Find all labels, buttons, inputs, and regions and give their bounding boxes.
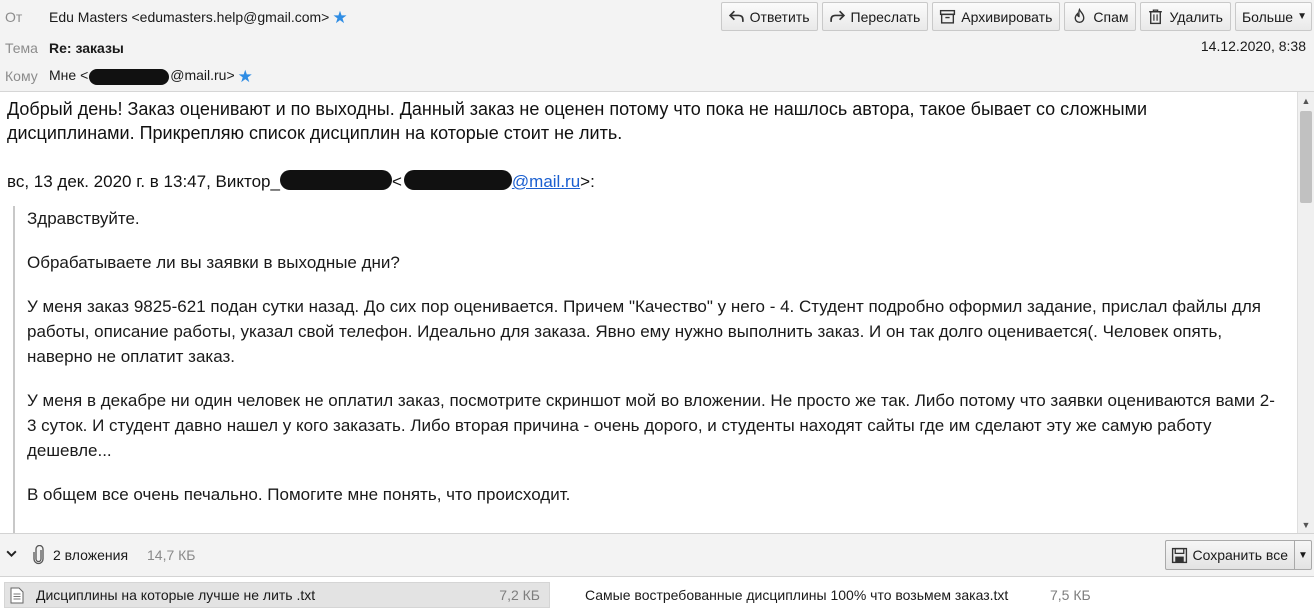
citation-line: вс, 13 дек. 2020 г. в 13:47, Виктор_ < @ma… [7,170,595,192]
subject-label: Тема [5,40,38,56]
redaction-mark [279,170,392,190]
attachment-item[interactable]: Дисциплины на которые лучше не лить .txt… [4,582,550,608]
fire-icon [1074,8,1085,24]
spam-button[interactable]: Спам [1064,2,1137,31]
subject-row: Тема Re: заказы [0,36,124,60]
forward-button[interactable]: Переслать [821,2,929,31]
save-icon [1172,547,1188,563]
attachment-size: 7,2 КБ [499,587,540,603]
save-all-label: Сохранить все [1192,547,1288,563]
star-icon[interactable]: ★ [332,9,347,26]
delete-button[interactable]: Удалить [1140,2,1231,31]
scrollbar-thumb[interactable] [1300,111,1312,203]
forward-icon [829,10,845,22]
chevron-down-icon: ▼ [1297,11,1307,22]
citation-suffix: >: [580,172,595,191]
quote-paragraph: В общем все очень печально. Помогите мне… [27,485,571,504]
attachment-total-size: 14,7 КБ [147,547,196,563]
citation-email-link[interactable]: @mail.ru [512,172,580,191]
reply-text: Добрый день! Заказ оценивают и по выходн… [7,99,1148,143]
citation-mid: < [391,172,402,191]
attachment-size: 7,5 КБ [1050,587,1091,603]
redaction-mark [403,170,512,190]
to-suffix: @mail.ru> [170,67,235,84]
from-label: От [5,9,23,25]
quote-paragraph: У меня заказ 9825-621 подан сутки назад.… [27,297,1261,366]
chevron-down-icon[interactable] [5,547,18,563]
quoted-message: Здравствуйте. Обрабатываете ли вы заявки… [13,206,1283,533]
text-file-icon [10,587,24,603]
message-date: 14.12.2020, 8:38 [1200,38,1306,54]
attachment-bar: 2 вложения 14,7 КБ Сохранить все ▼ [0,533,1314,577]
message-toolbar: Ответить Переслать Архивировать Спам Уда… [720,2,1312,31]
to-prefix: Мне < [49,67,89,84]
quote-paragraph: У меня в декабре ни один человек не опла… [27,391,1275,460]
spam-label: Спам [1093,8,1129,25]
more-label: Больше [1241,8,1294,25]
reply-icon [728,10,744,22]
to-row: Кому Мне < @mail.ru> ★ [0,64,253,88]
redaction-mark [89,68,170,85]
archive-icon [940,9,956,24]
message-header: От Edu Masters <edumasters.help@gmail.co… [0,0,1314,92]
subject-value: Re: заказы [49,40,124,56]
delete-label: Удалить [1169,8,1223,25]
citation-prefix: вс, 13 дек. 2020 г. в 13:47, Виктор_ [7,172,280,191]
archive-label: Архивировать [961,8,1053,25]
scroll-up-arrow-icon[interactable]: ▲ [1298,92,1314,109]
vertical-scrollbar[interactable]: ▲ ▼ [1297,92,1314,533]
more-button[interactable]: Больше ▼ [1234,2,1312,31]
trash-icon [1149,9,1163,25]
quote-paragraph: Здравствуйте. [27,209,140,228]
archive-button[interactable]: Архивировать [932,2,1061,31]
scroll-down-arrow-icon[interactable]: ▼ [1298,516,1314,533]
chevron-down-icon[interactable]: ▼ [1295,541,1311,569]
from-address[interactable]: Edu Masters <edumasters.help@gmail.com> [49,9,329,25]
attachment-count[interactable]: 2 вложения [53,547,128,563]
reply-label: Ответить [749,8,810,25]
save-all-button[interactable]: Сохранить все ▼ [1165,540,1312,570]
to-label: Кому [5,68,38,84]
message-body: Добрый день! Заказ оценивают и по выходн… [0,92,1297,533]
forward-label: Переслать [850,8,921,25]
from-row: От Edu Masters <edumasters.help@gmail.co… [0,5,348,29]
save-all-main[interactable]: Сохранить все [1166,541,1295,569]
to-address[interactable]: Мне < @mail.ru> [49,67,235,85]
quote-paragraph: Обрабатываете ли вы заявки в выходные дн… [27,253,400,272]
attachment-name: Самые востребованные дисциплины 100% что… [585,587,1009,603]
attachment-list: Дисциплины на которые лучше не лить .txt… [0,577,1314,614]
attachment-item[interactable]: Самые востребованные дисциплины 100% что… [585,582,1105,608]
paperclip-icon [33,545,44,565]
attachment-name: Дисциплины на которые лучше не лить .txt [36,587,316,603]
reply-button[interactable]: Ответить [720,2,818,31]
star-icon[interactable]: ★ [238,68,253,85]
